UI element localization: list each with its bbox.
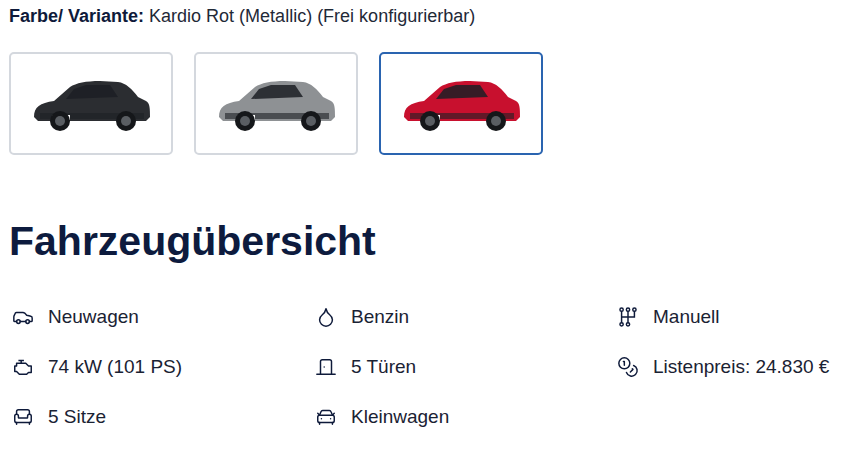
spec-text: Manuell <box>653 304 720 330</box>
spec-item: Neuwagen <box>12 303 315 331</box>
engine-icon <box>12 356 34 378</box>
variant-thumbnail[interactable] <box>194 52 358 155</box>
variant-label: Farbe/ Variante: <box>9 6 144 26</box>
small-car-icon <box>315 406 337 428</box>
seat-icon <box>12 406 34 428</box>
door-icon <box>315 356 337 378</box>
car-icon <box>12 306 34 328</box>
car-picture <box>396 69 526 139</box>
spec-text: Benzin <box>351 304 409 330</box>
spec-item: Listenpreis: 24.830 € <box>617 353 851 381</box>
spec-text: 5 Sitze <box>48 404 106 430</box>
variant-value: Kardio Rot (Metallic) (Frei konfigurierb… <box>149 6 475 26</box>
spec-text: Neuwagen <box>48 304 139 330</box>
vehicle-page: Farbe/ Variante: Kardio Rot (Metallic) (… <box>0 0 860 450</box>
car-picture <box>26 69 156 139</box>
variant-thumbnail[interactable] <box>9 52 173 155</box>
spec-text: Kleinwagen <box>351 404 449 430</box>
price-tag-icon <box>617 356 639 378</box>
fuel-drop-icon <box>315 306 337 328</box>
spec-text: 5 Türen <box>351 354 416 380</box>
spec-item: Kleinwagen <box>315 403 617 431</box>
gear-shift-icon <box>617 306 639 328</box>
spec-item: 5 Türen <box>315 353 617 381</box>
spec-text: Listenpreis: 24.830 € <box>653 354 829 380</box>
spec-item: 5 Sitze <box>12 403 315 431</box>
spec-text: 74 kW (101 PS) <box>48 354 182 380</box>
variant-line: Farbe/ Variante: Kardio Rot (Metallic) (… <box>9 4 851 28</box>
variant-thumbnails <box>9 52 851 155</box>
overview-title: Fahrzeugübersicht <box>9 215 851 267</box>
variant-thumbnail[interactable] <box>379 52 543 155</box>
spec-item: 74 kW (101 PS) <box>12 353 315 381</box>
spec-item: Benzin <box>315 303 617 331</box>
car-picture <box>211 69 341 139</box>
spec-grid: Neuwagen Benzin Manuell 74 kW (101 PS) 5 Tür… <box>9 303 851 431</box>
spec-item: Manuell <box>617 303 851 331</box>
